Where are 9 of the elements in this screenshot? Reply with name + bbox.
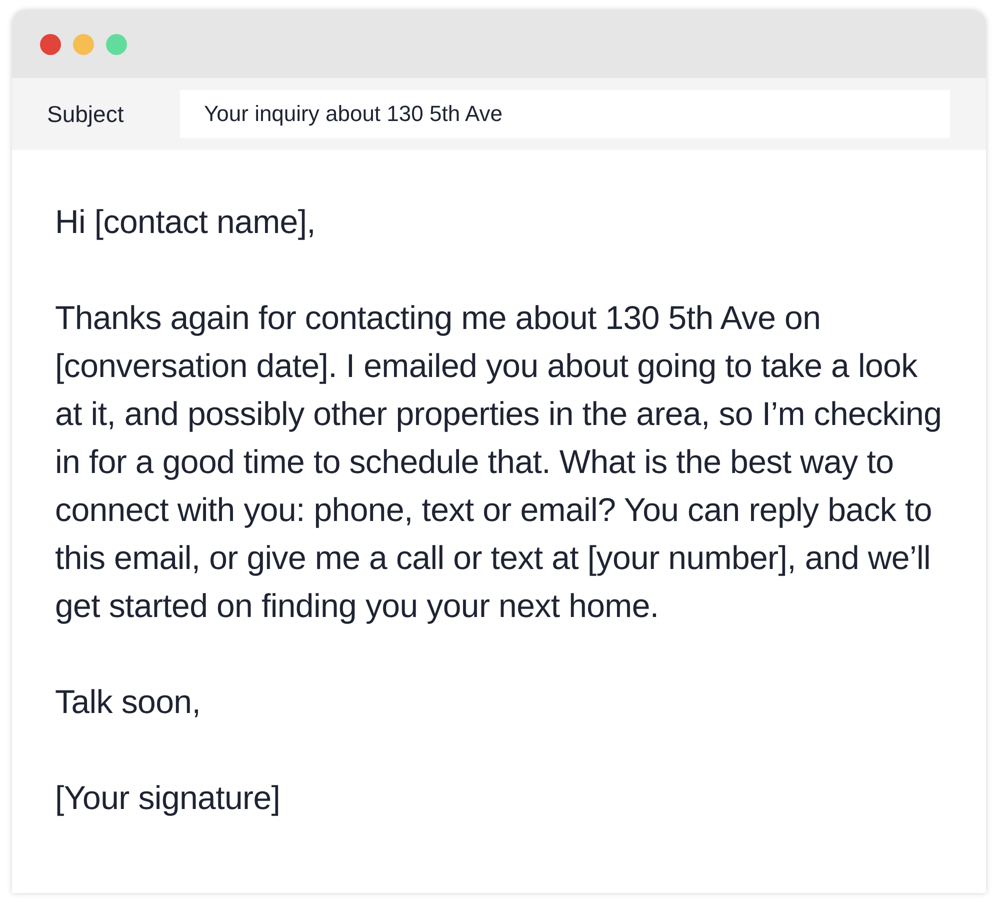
email-paragraph: Talk soon, [55, 682, 202, 722]
email-paragraph: Hi [contact name], [55, 202, 317, 242]
subject-field[interactable]: Your inquiry about 130 5th Ave [180, 90, 950, 138]
email-paragraph: [Your signature] [55, 778, 282, 818]
email-paragraph: Thanks again for contacting me about 130 5th Ave on [conversation date]. I emailed you about going to take a look at it, and possibly other properties in the area, so I’m checking in for a good time to schedule that. What is the best way to connect with you: phone, text or email? You can reply back to this email, or give me a call or text at [your number], and we’ll get started on finding you your next home. [55, 298, 943, 626]
window-control-button[interactable] [40, 34, 61, 54]
window-control-button[interactable] [73, 34, 94, 54]
window-control-button[interactable] [106, 34, 127, 54]
subject-label: Subject [47, 100, 125, 128]
